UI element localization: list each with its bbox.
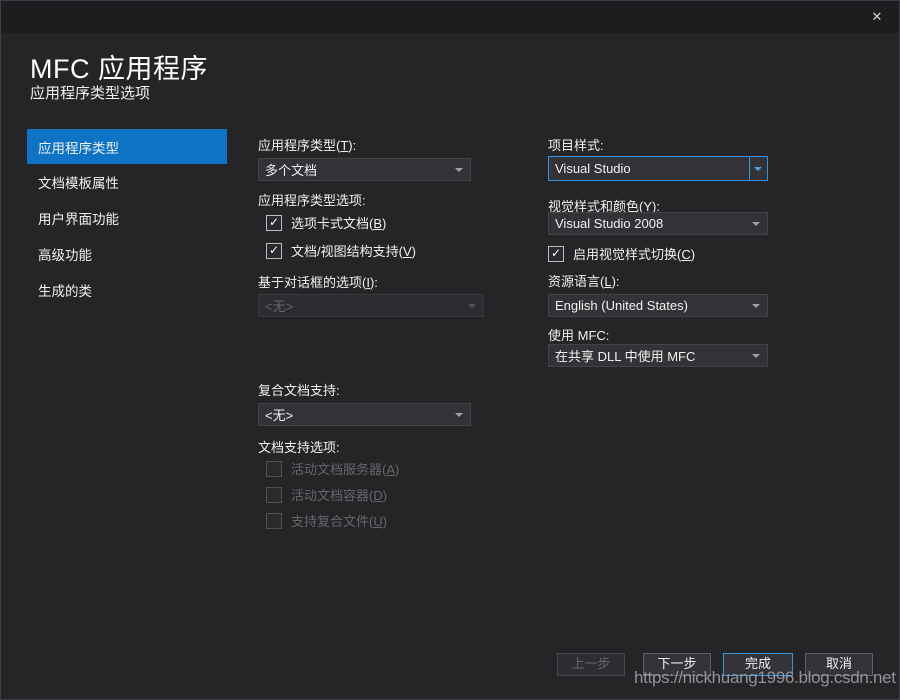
- app-type-value: 多个文档: [265, 163, 318, 178]
- app-type-options-label: 应用程序类型选项:: [258, 193, 366, 208]
- checkbox-check-icon: [266, 460, 282, 477]
- chevron-down-icon: [455, 412, 463, 417]
- compound-file-support-label: 支持复合文件(U): [291, 514, 388, 529]
- checkbox-check-icon: ✓: [548, 245, 564, 262]
- checkbox-check-icon: [266, 486, 282, 503]
- cancel-button[interactable]: 取消: [805, 653, 873, 676]
- enable-visual-style-switch-checkbox[interactable]: ✓ 启用视觉样式切换(C): [548, 244, 695, 263]
- use-mfc-dropdown[interactable]: 在共享 DLL 中使用 MFC: [548, 344, 768, 367]
- tabbed-documents-checkbox[interactable]: ✓ 选项卡式文档(B): [266, 213, 386, 232]
- chevron-down-icon: [455, 167, 463, 172]
- use-mfc-label: 使用 MFC:: [548, 328, 610, 343]
- app-type-dropdown[interactable]: 多个文档: [258, 158, 471, 181]
- chevron-down-icon: [468, 303, 476, 308]
- checkbox-check-icon: ✓: [266, 242, 282, 259]
- active-doc-server-label: 活动文档服务器(A): [291, 462, 400, 477]
- chevron-down-icon: [752, 221, 760, 226]
- enable-visual-style-switch-label: 启用视觉样式切换(C): [573, 247, 696, 262]
- sidebar-item-document-template[interactable]: 文档模板属性: [27, 164, 227, 200]
- active-doc-container-label: 活动文档容器(D): [291, 488, 388, 503]
- tabbed-documents-label: 选项卡式文档(B): [291, 216, 387, 231]
- dialog-based-options-label: 基于对话框的选项(I):: [258, 275, 378, 290]
- title-bar: [0, 0, 900, 33]
- sidebar-item-application-type[interactable]: 应用程序类型: [27, 129, 227, 164]
- use-mfc-value: 在共享 DLL 中使用 MFC: [555, 349, 696, 364]
- compound-file-support-checkbox: 支持复合文件(U): [266, 511, 387, 530]
- sidebar-item-generated-classes[interactable]: 生成的类: [27, 272, 227, 308]
- doc-view-support-checkbox[interactable]: ✓ 文档/视图结构支持(V): [266, 241, 416, 260]
- next-button[interactable]: 下一步: [643, 653, 711, 676]
- compound-doc-support-value: <无>: [265, 408, 294, 423]
- active-doc-container-checkbox: 活动文档容器(D): [266, 485, 387, 504]
- close-icon[interactable]: ✕: [868, 8, 886, 26]
- doc-view-support-label: 文档/视图结构支持(V): [291, 244, 416, 259]
- resource-language-dropdown[interactable]: English (United States): [548, 294, 768, 317]
- project-style-dropdown[interactable]: Visual Studio: [548, 156, 768, 181]
- compound-doc-support-dropdown[interactable]: <无>: [258, 403, 471, 426]
- resource-language-value: English (United States): [555, 298, 688, 313]
- dialog-based-options-dropdown: <无>: [258, 294, 484, 317]
- visual-style-dropdown[interactable]: Visual Studio 2008: [548, 212, 768, 235]
- resource-language-label: 资源语言(L):: [548, 274, 620, 289]
- project-style-label: 项目样式:: [548, 138, 604, 153]
- project-style-value: Visual Studio: [555, 161, 631, 176]
- active-doc-server-checkbox: 活动文档服务器(A): [266, 459, 399, 478]
- app-type-label: 应用程序类型(T):: [258, 138, 357, 153]
- compound-doc-support-label: 复合文档支持:: [258, 383, 340, 398]
- checkbox-check-icon: [266, 512, 282, 529]
- chevron-down-icon: [752, 353, 760, 358]
- doc-support-options-label: 文档支持选项:: [258, 440, 340, 455]
- wizard-steps-sidebar: 应用程序类型 文档模板属性 用户界面功能 高级功能 生成的类: [27, 129, 227, 308]
- wizard-title: MFC 应用程序: [30, 54, 208, 84]
- finish-button[interactable]: 完成: [723, 653, 793, 676]
- visual-style-value: Visual Studio 2008: [555, 216, 664, 231]
- sidebar-item-ui-features[interactable]: 用户界面功能: [27, 200, 227, 236]
- sidebar-item-advanced-features[interactable]: 高级功能: [27, 236, 227, 272]
- dialog-based-options-value: <无>: [265, 299, 294, 314]
- checkbox-check-icon: ✓: [266, 214, 282, 231]
- chevron-down-icon: [752, 303, 760, 308]
- chevron-down-icon: [754, 166, 762, 171]
- back-button: 上一步: [557, 653, 625, 676]
- wizard-subtitle: 应用程序类型选项: [30, 85, 151, 102]
